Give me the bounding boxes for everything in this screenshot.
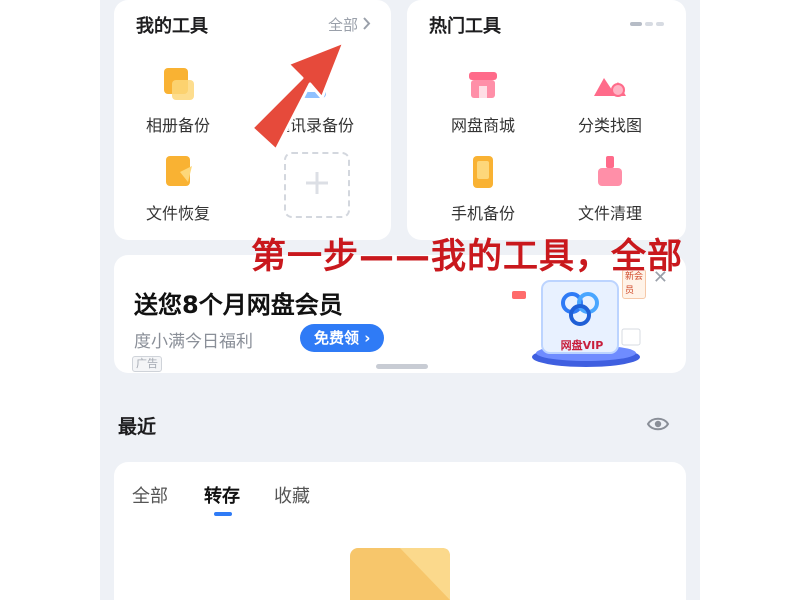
- tool-image-search[interactable]: 分类找图: [550, 64, 670, 136]
- photo-album-icon: [158, 64, 198, 104]
- tool-file-clean[interactable]: 文件清理: [550, 152, 670, 224]
- chevron-right-icon: ›: [364, 329, 371, 347]
- tool-file-clean-label: 文件清理: [577, 204, 642, 223]
- hot-tools-title: 热门工具: [429, 16, 501, 37]
- tool-phone-backup-label: 手机备份: [450, 204, 515, 223]
- empty-folder-icon: [350, 548, 450, 600]
- drag-handle[interactable]: [376, 364, 428, 369]
- app-screen: 我的工具 全部 相册备份 通讯录备份 文件恢复 热门工具 网盘商城 分类找图 手…: [100, 0, 700, 600]
- phone-backup-icon: [463, 152, 503, 192]
- tool-store-label: 网盘商城: [450, 116, 515, 135]
- file-restore-icon: [158, 152, 198, 192]
- tool-phone-backup[interactable]: 手机备份: [423, 152, 543, 224]
- tool-store[interactable]: 网盘商城: [423, 64, 543, 136]
- tool-file-restore-label: 文件恢复: [145, 204, 210, 223]
- tool-photo-backup[interactable]: 相册备份: [118, 64, 238, 136]
- my-tools-all-link[interactable]: 全部: [328, 14, 371, 35]
- ad-tag: 广告: [132, 356, 162, 372]
- tool-image-search-label: 分类找图: [577, 116, 642, 135]
- plus-icon: [304, 170, 330, 200]
- ad-subtitle: 度小满今日福利: [134, 332, 253, 352]
- active-tab-indicator: [214, 512, 232, 516]
- free-claim-button[interactable]: 免费领 ›: [300, 324, 385, 352]
- red-arrow: [240, 36, 360, 160]
- tab-favorites[interactable]: 收藏: [274, 482, 310, 508]
- ad-title: 送您8个月网盘会员: [134, 291, 343, 319]
- tab-all[interactable]: 全部: [132, 482, 168, 508]
- eye-icon[interactable]: [646, 412, 670, 440]
- tool-photo-backup-label: 相册备份: [145, 116, 210, 135]
- image-search-icon: [590, 64, 630, 104]
- store-icon: [463, 64, 503, 104]
- vip-illustration: 网盘VIP 新会员: [506, 269, 646, 369]
- carousel-dots: [630, 22, 664, 26]
- tool-file-restore[interactable]: 文件恢复: [118, 152, 238, 224]
- recent-card: 全部 转存 收藏: [114, 462, 686, 600]
- vip-badge-text: 网盘VIP: [560, 339, 604, 352]
- instruction-annotation: 第一步——我的工具，全部: [251, 237, 684, 277]
- chevron-right-icon: [362, 16, 371, 34]
- my-tools-all-label: 全部: [327, 16, 358, 34]
- file-clean-icon: [590, 152, 630, 192]
- free-claim-label: 免费领: [314, 329, 360, 347]
- tab-transfer[interactable]: 转存: [204, 482, 240, 508]
- add-tool-button[interactable]: [284, 152, 350, 218]
- my-tools-title: 我的工具: [136, 16, 208, 37]
- hot-tools-card: 热门工具 网盘商城 分类找图 手机备份 文件清理: [407, 0, 686, 240]
- recent-title: 最近: [118, 416, 157, 438]
